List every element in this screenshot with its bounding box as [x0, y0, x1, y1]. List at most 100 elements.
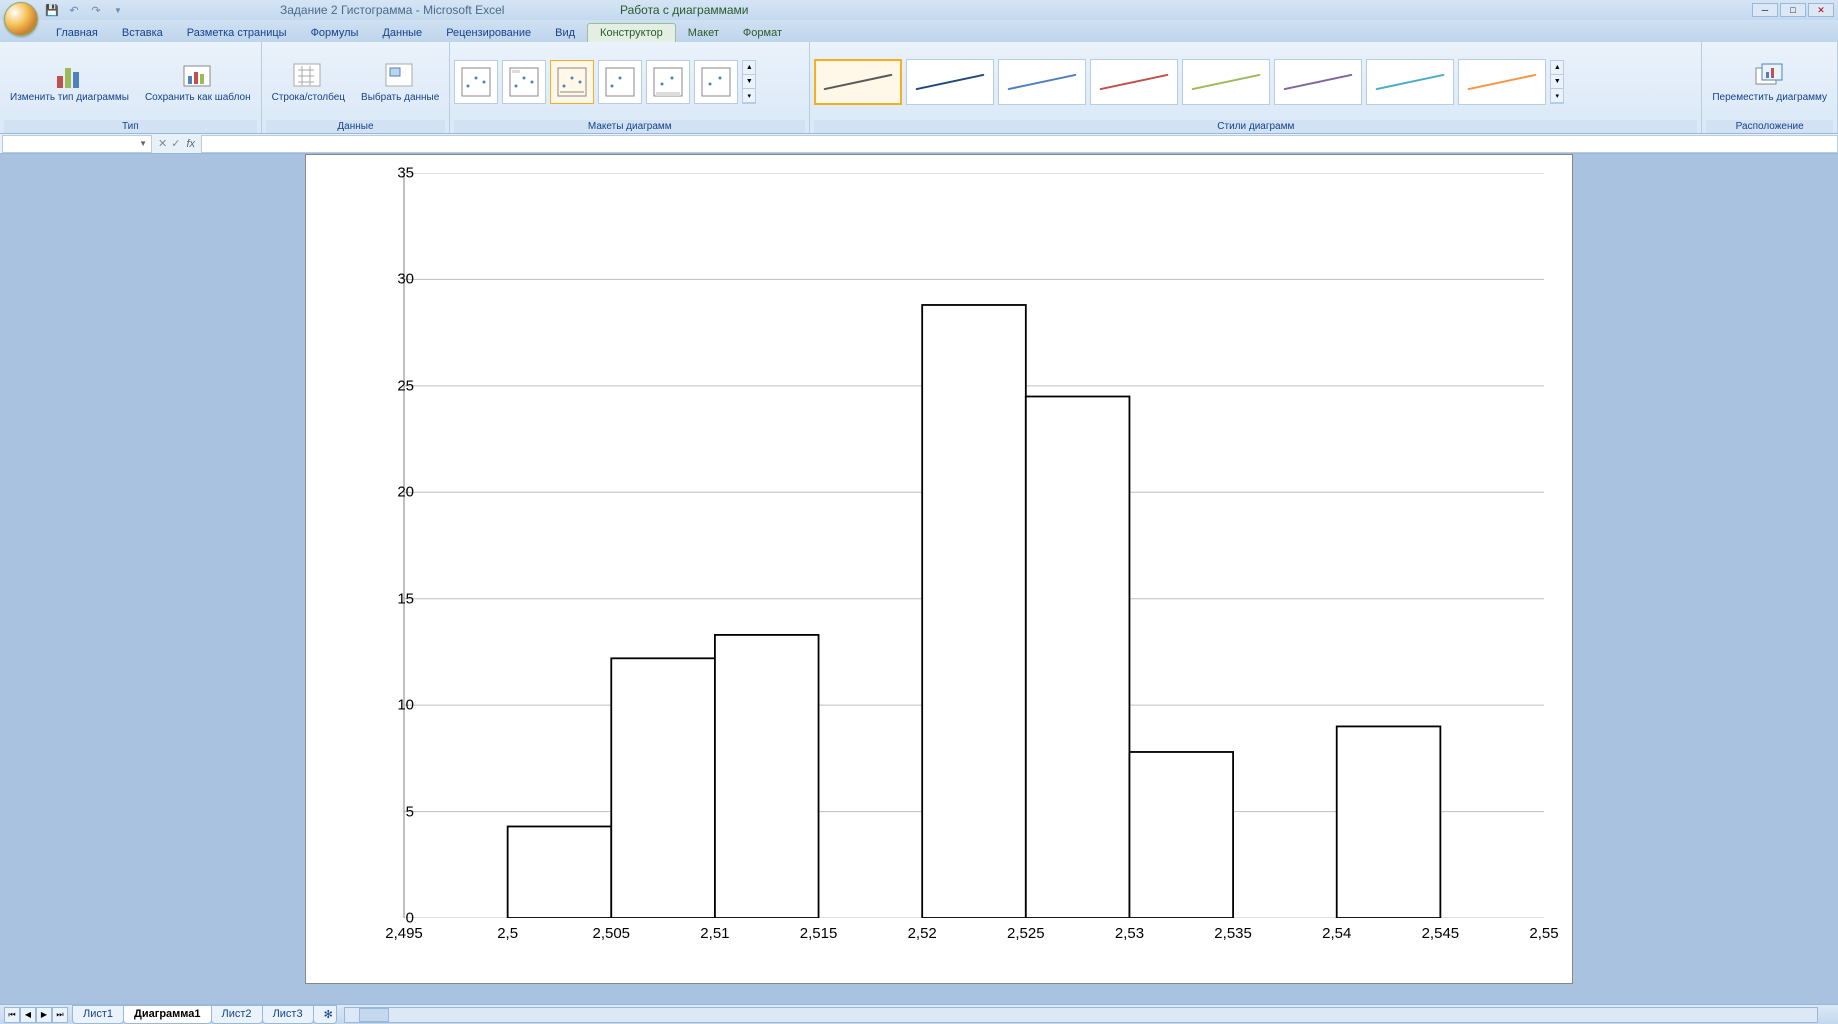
- tab-insert[interactable]: Вставка: [110, 24, 175, 42]
- tab-review[interactable]: Рецензирование: [434, 24, 543, 42]
- context-tab-title: Работа с диаграммами: [620, 3, 749, 17]
- save-as-template-button[interactable]: Сохранить как шаблон: [139, 60, 257, 105]
- horizontal-scrollbar[interactable]: [344, 1007, 1818, 1023]
- layout-preset-3[interactable]: [550, 60, 594, 104]
- fx-label[interactable]: fx: [186, 138, 195, 150]
- tab-home[interactable]: Главная: [44, 24, 110, 42]
- layout-preset-6[interactable]: [694, 60, 738, 104]
- bar-chart-icon: [53, 62, 85, 90]
- x-tick-label: 2,53: [1115, 925, 1144, 942]
- chart-style-1[interactable]: [814, 59, 902, 105]
- move-chart-label: Переместить диаграмму: [1712, 92, 1827, 103]
- move-chart-button[interactable]: Переместить диаграмму: [1706, 60, 1833, 105]
- sheet-last-button[interactable]: ⏭: [52, 1007, 68, 1023]
- ribbon: Изменить тип диаграммы Сохранить как шаб…: [0, 42, 1838, 134]
- y-tick-label: 35: [374, 165, 414, 182]
- name-box[interactable]: ▼: [2, 135, 152, 153]
- enter-icon[interactable]: ✓: [171, 137, 180, 150]
- x-tick-label: 2,515: [800, 925, 838, 942]
- chart-style-8[interactable]: [1458, 59, 1546, 105]
- group-location-label: Расположение: [1706, 120, 1833, 133]
- x-tick-label: 2,51: [700, 925, 729, 942]
- tab-chart-layout[interactable]: Макет: [676, 24, 731, 42]
- sheet-prev-button[interactable]: ◀: [20, 1007, 36, 1023]
- x-tick-label: 2,525: [1007, 925, 1045, 942]
- sheet-next-button[interactable]: ▶: [36, 1007, 52, 1023]
- switch-row-col-button[interactable]: Строка/столбец: [266, 60, 351, 105]
- select-data-button[interactable]: Выбрать данные: [355, 60, 445, 105]
- scrollbar-thumb[interactable]: [359, 1008, 389, 1022]
- ribbon-tab-strip: Главная Вставка Разметка страницы Формул…: [0, 20, 1838, 42]
- chart-style-4[interactable]: [1090, 59, 1178, 105]
- save-template-label: Сохранить как шаблон: [145, 92, 251, 103]
- undo-icon[interactable]: ↶: [66, 2, 82, 18]
- x-tick-label: 2,55: [1529, 925, 1558, 942]
- cancel-icon[interactable]: ✕: [158, 137, 167, 150]
- chart-style-7[interactable]: [1366, 59, 1454, 105]
- x-tick-label: 2,505: [592, 925, 630, 942]
- style-gallery-scroll[interactable]: ▲▼▾: [1550, 60, 1564, 104]
- move-chart-icon: [1754, 62, 1786, 90]
- tab-data[interactable]: Данные: [370, 24, 434, 42]
- switch-icon: [292, 62, 324, 90]
- layout-preset-1[interactable]: [454, 60, 498, 104]
- x-tick-label: 2,52: [908, 925, 937, 942]
- sheet-tab-1[interactable]: Лист1: [72, 1005, 124, 1024]
- plot-area[interactable]: 051015202530352,4952,52,5052,512,5152,52…: [364, 173, 1544, 918]
- y-tick-label: 25: [374, 377, 414, 394]
- save-icon[interactable]: 💾: [44, 2, 60, 18]
- sheet-tab-3[interactable]: Лист3: [262, 1005, 314, 1024]
- group-data: Строка/столбец Выбрать данные Данные: [262, 42, 451, 133]
- group-type: Изменить тип диаграммы Сохранить как шаб…: [0, 42, 262, 133]
- formula-input[interactable]: [201, 135, 1838, 153]
- chart-style-5[interactable]: [1182, 59, 1270, 105]
- redo-icon[interactable]: ↷: [88, 2, 104, 18]
- quick-access-toolbar: 💾 ↶ ↷ ▼: [44, 2, 126, 18]
- chart-style-6[interactable]: [1274, 59, 1362, 105]
- group-styles-label: Стили диаграмм: [814, 120, 1697, 133]
- qat-dropdown-icon[interactable]: ▼: [110, 2, 126, 18]
- change-chart-type-button[interactable]: Изменить тип диаграммы: [4, 60, 135, 105]
- chart-style-3[interactable]: [998, 59, 1086, 105]
- chart-svg: [364, 173, 1544, 918]
- layout-preset-4[interactable]: [598, 60, 642, 104]
- x-tick-label: 2,495: [385, 925, 423, 942]
- new-sheet-button[interactable]: ✻: [313, 1005, 337, 1024]
- workspace: 051015202530352,4952,52,5052,512,5152,52…: [0, 154, 1838, 1004]
- close-button[interactable]: ✕: [1808, 3, 1834, 17]
- layout-gallery-scroll[interactable]: ▲▼▾: [742, 60, 756, 104]
- tab-page-layout[interactable]: Разметка страницы: [175, 24, 299, 42]
- sheet-first-button[interactable]: ⏮: [4, 1007, 20, 1023]
- group-location: Переместить диаграмму Расположение: [1702, 42, 1838, 133]
- tab-formulas[interactable]: Формулы: [299, 24, 371, 42]
- x-tick-label: 2,545: [1422, 925, 1460, 942]
- change-chart-type-label: Изменить тип диаграммы: [10, 92, 129, 103]
- window-title: Задание 2 Гистограмма - Microsoft Excel: [280, 3, 504, 17]
- minimize-button[interactable]: ─: [1752, 3, 1778, 17]
- sheet-nav: ⏮ ◀ ▶ ⏭: [4, 1007, 68, 1023]
- layout-preset-2[interactable]: [502, 60, 546, 104]
- y-tick-label: 20: [374, 484, 414, 501]
- switch-rowcol-label: Строка/столбец: [272, 92, 345, 103]
- maximize-button[interactable]: □: [1780, 3, 1806, 17]
- template-icon: [182, 62, 214, 90]
- group-type-label: Тип: [4, 120, 257, 133]
- chart-object[interactable]: 051015202530352,4952,52,5052,512,5152,52…: [305, 154, 1573, 984]
- chart-style-2[interactable]: [906, 59, 994, 105]
- layout-preset-5[interactable]: [646, 60, 690, 104]
- tab-design[interactable]: Конструктор: [587, 23, 676, 42]
- select-data-icon: [384, 62, 416, 90]
- select-data-label: Выбрать данные: [361, 92, 439, 103]
- x-tick-label: 2,5: [497, 925, 518, 942]
- status-bar: ⏮ ◀ ▶ ⏭ Лист1 Диаграмма1 Лист2 Лист3 ✻: [0, 1004, 1838, 1024]
- formula-bar: ▼ ✕ ✓ fx: [0, 134, 1838, 154]
- sheet-tab-2[interactable]: Лист2: [211, 1005, 263, 1024]
- y-tick-label: 30: [374, 271, 414, 288]
- y-tick-label: 15: [374, 590, 414, 607]
- sheet-tab-chart[interactable]: Диаграмма1: [123, 1005, 212, 1024]
- group-layouts-label: Макеты диаграмм: [454, 120, 805, 133]
- tab-format[interactable]: Формат: [731, 24, 794, 42]
- office-button[interactable]: [4, 2, 38, 36]
- tab-view[interactable]: Вид: [543, 24, 587, 42]
- y-tick-label: 10: [374, 697, 414, 714]
